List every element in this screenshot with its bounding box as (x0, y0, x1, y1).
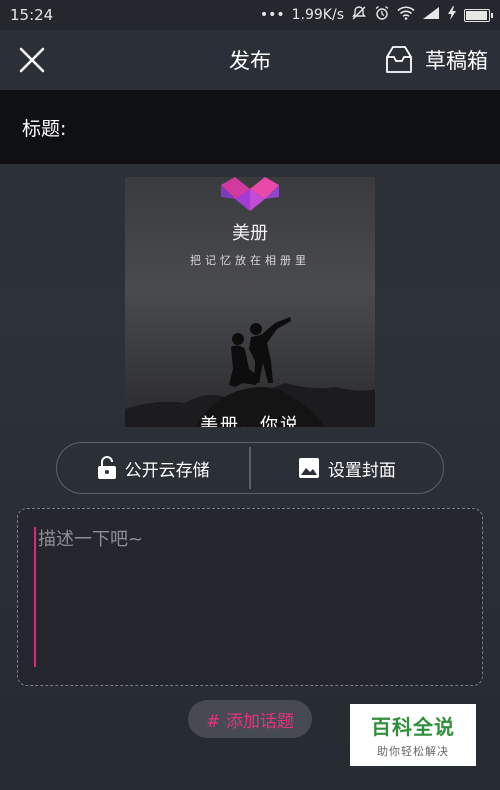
title-label: 标题: (22, 117, 67, 140)
watermark-subtitle: 助你轻松解决 (377, 745, 449, 758)
add-topic-button[interactable]: # 添加话题 (188, 700, 312, 738)
drafts-label: 草稿箱 (425, 49, 488, 73)
lock-icon (97, 456, 116, 479)
title-input[interactable] (74, 107, 500, 147)
top-bar: 发布 草稿箱 (0, 30, 500, 90)
action-pill: 公开云存储 设置封面 (56, 442, 444, 494)
storage-toggle-button[interactable]: 公开云存储 (57, 443, 249, 493)
status-dots: ••• (259, 7, 285, 23)
close-button[interactable] (12, 40, 52, 80)
add-topic-label: # 添加话题 (206, 711, 294, 732)
alarm-icon (374, 5, 390, 25)
drafts-tray-icon (386, 46, 412, 73)
network-speed: 1.99K/s (291, 7, 344, 23)
title-row: 标题: (0, 90, 500, 164)
cover-silhouette-scene (125, 317, 375, 427)
description-input[interactable] (34, 527, 464, 667)
set-cover-button[interactable]: 设置封面 (251, 443, 443, 493)
status-time: 15:24 (10, 6, 54, 24)
battery-icon (464, 8, 493, 22)
close-icon (19, 47, 45, 73)
drafts-button[interactable]: 草稿箱 (383, 45, 488, 75)
cover-caption: 美册，你说 (200, 415, 300, 427)
cover-image[interactable]: 美册 把记忆放在相册里 美册，你说 (125, 177, 375, 427)
status-icons: ••• 1.99K/s (259, 5, 493, 25)
storage-label: 公开云存储 (124, 460, 210, 481)
signal-icon (422, 6, 440, 24)
charging-icon (447, 6, 457, 24)
watermark-title: 百科全说 (371, 715, 455, 739)
description-box (17, 508, 483, 686)
silent-icon (351, 5, 367, 25)
watermark-logo: 百科全说 助你轻松解决 (350, 704, 476, 766)
image-icon (298, 458, 319, 478)
set-cover-label: 设置封面 (327, 460, 396, 481)
wifi-icon (397, 6, 415, 24)
status-bar: 15:24 ••• 1.99K/s (0, 0, 500, 30)
